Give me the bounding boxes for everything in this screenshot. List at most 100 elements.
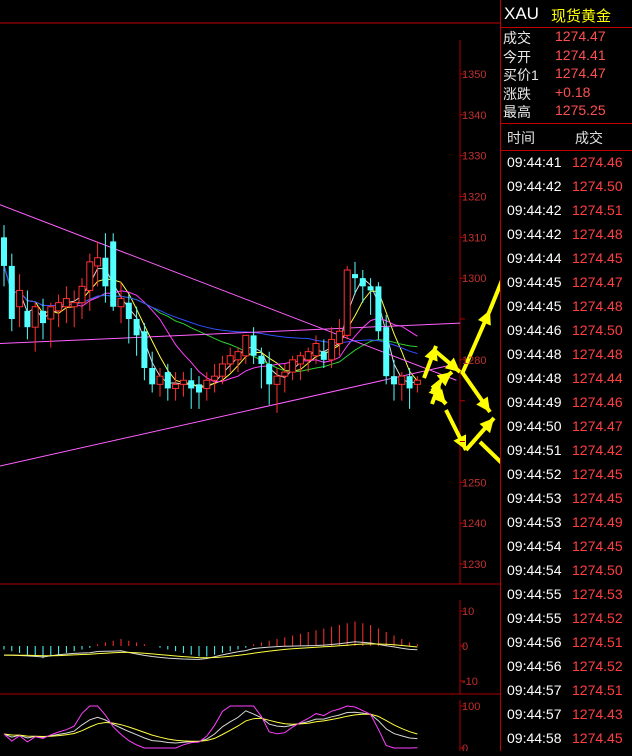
tick-time: 09:44:54 bbox=[507, 538, 562, 554]
candle-body-up bbox=[86, 261, 94, 291]
quote-value: 1274.47 bbox=[555, 65, 606, 82]
annotation-arrow bbox=[488, 215, 530, 311]
price-tick-label: 1250 bbox=[462, 477, 486, 489]
tick-price: 1274.47 bbox=[572, 274, 623, 290]
tick-list[interactable]: 09:44:41 1274.46 09:44:42 1274.50 09:44:42 12… bbox=[501, 151, 632, 751]
price-tick-label: 1330 bbox=[462, 151, 486, 163]
tick-price: 1274.46 bbox=[572, 154, 623, 170]
kdj-tick-label: 0 bbox=[462, 743, 468, 751]
candle-body-up bbox=[31, 306, 39, 328]
tick-time: 09:44:46 bbox=[507, 322, 562, 338]
quote-value: 1274.41 bbox=[555, 46, 606, 63]
candle-body-up bbox=[16, 289, 24, 308]
candle-body-down bbox=[375, 286, 382, 332]
macd-tick-label: 10 bbox=[462, 606, 474, 618]
tick-price: 1274.47 bbox=[572, 418, 623, 434]
tick-time: 09:44:56 bbox=[507, 634, 562, 650]
tick-time: 09:44:53 bbox=[507, 514, 562, 530]
tick-row: 09:44:44 1274.45 bbox=[501, 247, 632, 271]
tick-time: 09:44:42 bbox=[507, 226, 562, 242]
tick-price: 1274.53 bbox=[572, 586, 623, 602]
tick-price: 1274.45 bbox=[572, 538, 623, 554]
tick-time: 09:44:50 bbox=[507, 418, 562, 434]
macd-panel: 10 0 -10 bbox=[0, 600, 500, 695]
tick-row: 09:44:56 1274.52 bbox=[501, 655, 632, 679]
candle-body-up bbox=[156, 375, 164, 385]
tick-row: 09:44:53 1274.49 bbox=[501, 511, 632, 535]
kdj-panel: 100 0 bbox=[3, 700, 480, 755]
quote-value: +0.18 bbox=[555, 83, 591, 100]
tick-price: 1274.46 bbox=[572, 394, 623, 410]
candle-body-up bbox=[413, 379, 421, 385]
candle-body-up bbox=[78, 285, 86, 304]
tick-time: 09:44:48 bbox=[507, 346, 562, 362]
tick-row: 09:44:50 1274.47 bbox=[501, 415, 632, 439]
kdj-tick-label: 100 bbox=[462, 701, 480, 713]
kline-chart[interactable]: 1350 1340 1330 1320 1310 1300 1280 1250 1240 1230… bbox=[0, 0, 542, 755]
quote-row-bid: 买价1 1274.47 bbox=[501, 65, 632, 84]
candle-body-down bbox=[359, 278, 366, 287]
candle-body-up bbox=[343, 269, 351, 336]
tick-price: 1274.45 bbox=[572, 250, 623, 266]
tick-row: 09:44:42 1274.48 bbox=[501, 223, 632, 247]
candle-body-up bbox=[304, 351, 312, 361]
tick-row: 09:44:41 1274.46 bbox=[501, 151, 632, 175]
candle-body-up bbox=[281, 371, 289, 377]
candle-body-down bbox=[164, 372, 171, 389]
tick-time: 09:44:57 bbox=[507, 706, 562, 722]
price-tick-label: 1350 bbox=[462, 69, 486, 81]
tick-price: 1274.51 bbox=[572, 682, 623, 698]
quote-label: 最高 bbox=[503, 104, 531, 121]
price-tick-label: 1230 bbox=[462, 559, 486, 571]
tick-row: 09:44:56 1274.51 bbox=[501, 631, 632, 655]
chart-area[interactable]: 1350 1340 1330 1320 1310 1300 1280 1250 1240 1230… bbox=[0, 0, 542, 755]
candle-body-down bbox=[1, 237, 7, 266]
price-tick-label: 1340 bbox=[462, 110, 486, 122]
tick-price: 1274.51 bbox=[572, 634, 623, 650]
tick-time: 09:44:55 bbox=[507, 586, 562, 602]
tick-price: 1274.50 bbox=[572, 178, 623, 194]
candle-body-down bbox=[406, 376, 413, 389]
price-tick-label: 1280 bbox=[462, 355, 486, 367]
time-column-header: 时间 bbox=[507, 130, 535, 146]
tick-row: 09:44:57 1274.43 bbox=[501, 703, 632, 727]
candle-body-up bbox=[335, 330, 343, 344]
candle-body-up bbox=[62, 298, 70, 308]
tick-row: 09:44:58 1274.45 bbox=[501, 727, 632, 751]
tick-price: 1274.49 bbox=[572, 514, 623, 530]
tick-time: 09:44:55 bbox=[507, 610, 562, 626]
tick-row: 09:44:54 1274.50 bbox=[501, 559, 632, 583]
annotation-arrow bbox=[478, 440, 542, 502]
tick-time: 09:44:44 bbox=[507, 250, 562, 266]
candle-body-down bbox=[258, 355, 265, 364]
tick-time: 09:44:54 bbox=[507, 562, 562, 578]
candle-body-down bbox=[352, 274, 358, 279]
quote-summary: 成交 1274.47 今开 1274.41 买价1 1274.47 涨跌 +0.… bbox=[501, 28, 632, 124]
candle-body-up bbox=[55, 302, 63, 312]
candle-body-up bbox=[94, 257, 102, 267]
tick-price: 1274.48 bbox=[572, 298, 623, 314]
candle-body-up bbox=[296, 355, 304, 365]
candle-body-down bbox=[149, 368, 156, 385]
candle-body-up bbox=[234, 351, 242, 361]
candle-body-up bbox=[242, 334, 250, 357]
price-tick-label: 1320 bbox=[462, 192, 486, 204]
price-column-header: 成交 bbox=[575, 130, 603, 146]
candle-body-up bbox=[117, 298, 125, 308]
tick-time: 09:44:53 bbox=[507, 490, 562, 506]
tick-price: 1274.48 bbox=[572, 226, 623, 242]
tick-price: 1274.50 bbox=[572, 562, 623, 578]
quote-label: 买价1 bbox=[503, 67, 539, 84]
tick-row: 09:44:45 1274.48 bbox=[501, 295, 632, 319]
candle-body-up bbox=[398, 375, 406, 385]
tick-time: 09:44:42 bbox=[507, 202, 562, 218]
tick-row: 09:44:42 1274.51 bbox=[501, 199, 632, 223]
tick-row: 09:44:48 1274.44 bbox=[501, 367, 632, 391]
tick-price: 1274.43 bbox=[572, 706, 623, 722]
tick-row: 09:44:46 1274.50 bbox=[501, 319, 632, 343]
candle-body-down bbox=[188, 380, 195, 389]
tick-row: 09:44:55 1274.53 bbox=[501, 583, 632, 607]
macd-tick-label: 0 bbox=[462, 641, 468, 653]
tick-price: 1274.44 bbox=[572, 370, 623, 386]
main-panel-grid bbox=[0, 40, 500, 585]
